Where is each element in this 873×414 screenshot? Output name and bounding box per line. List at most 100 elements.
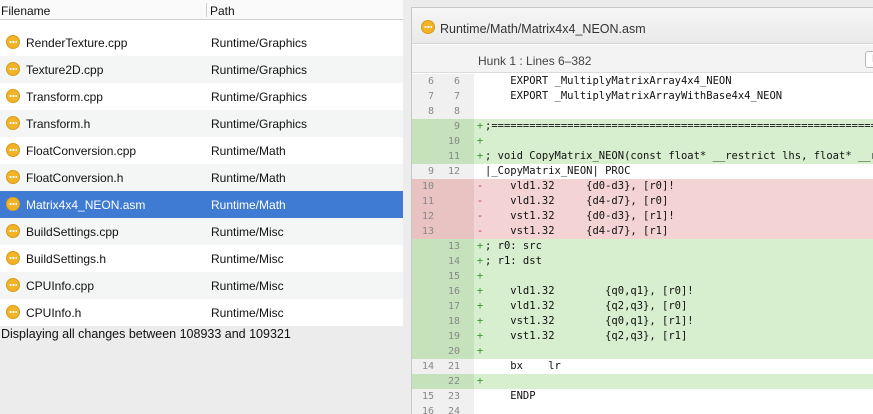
diff-sign: - [476,180,484,192]
new-line-number: 23 [447,391,460,402]
line-number-gutter: 15 23 [412,389,474,404]
modified-status-icon [421,20,435,34]
file-list-pane: Filename Path RenderTexture.cpp Runtime/G… [0,0,403,414]
diff-line-removed: 12 - vst1.32 {d0-d3}, [r1]! [412,209,873,224]
modified-status-icon [6,224,20,238]
line-number-gutter: 19 [412,329,474,344]
file-row[interactable]: Matrix4x4_NEON.asm Runtime/Math [0,191,403,218]
file-path: Runtime/Misc [211,225,284,239]
new-line-number: 8 [453,106,460,117]
code-text: vst1.32 {q2,q3}, [r1] [485,330,688,342]
file-row[interactable]: BuildSettings.h Runtime/Misc [0,245,403,272]
hunk-action-button[interactable]: F [865,51,873,68]
line-number-gutter: 16 24 [412,404,474,414]
new-line-number: 11 [447,151,460,162]
diff-line-removed: 13 - vst1.32 {d4-d7}, [r1] [412,224,873,239]
new-line-number: 21 [447,361,460,372]
diff-line-added: 11 +; void CopyMatrix_NEON(const float* _… [412,149,873,164]
diff-sign: + [476,375,484,387]
old-line-number: 12 [421,211,434,222]
code-text: |_CopyMatrix_NEON| PROC [485,165,631,177]
file-path: Runtime/Misc [211,306,284,320]
old-line-number: 8 [427,106,434,117]
file-name: FloatConversion.cpp [26,144,137,158]
new-line-number: 22 [447,376,460,387]
diff-line-added: 10 + [412,134,873,149]
file-name: CPUInfo.h [26,306,82,320]
diff-line-added: 22 + [412,374,873,389]
modified-status-icon [6,35,20,49]
modified-status-icon [6,305,20,319]
old-line-number: 9 [427,166,434,177]
file-row[interactable]: Transform.cpp Runtime/Graphics [0,83,403,110]
old-line-number: 15 [421,391,434,402]
file-row[interactable]: RenderTexture.cpp Runtime/Graphics [0,29,403,56]
old-line-number: 13 [421,226,434,237]
file-row[interactable]: CPUInfo.cpp Runtime/Misc [0,272,403,299]
file-row[interactable]: CPUInfo.h Runtime/Misc [0,299,403,326]
modified-status-icon [6,251,20,265]
diff-line-added: 19 + vst1.32 {q2,q3}, [r1] [412,329,873,344]
new-line-number: 18 [447,316,460,327]
modified-status-icon [6,170,20,184]
diff-line-context: 77 EXPORT _MultiplyMatrixArrayWithBase4x… [412,89,873,104]
file-name: CPUInfo.cpp [26,279,95,293]
diff-sign: + [476,300,484,312]
old-line-number: 11 [421,196,434,207]
old-line-number: 16 [421,406,434,414]
file-path: Runtime/Misc [211,279,284,293]
line-number-gutter: 10 [412,134,474,149]
file-name: RenderTexture.cpp [26,36,128,50]
diff-sign: + [476,135,484,147]
file-row[interactable]: Transform.h Runtime/Graphics [0,110,403,137]
filename-column-header[interactable]: Filename [1,4,50,18]
line-number-gutter: 10 [412,179,474,194]
file-name: Transform.cpp [26,90,103,104]
file-name: BuildSettings.cpp [26,225,119,239]
diff-title-bar: Runtime/Math/Matrix4x4_NEON.asm [412,8,873,44]
modified-status-icon [6,278,20,292]
diff-line-added: 16 + vld1.32 {q0,q1}, [r0]! [412,284,873,299]
diff-pane: Runtime/Math/Matrix4x4_NEON.asm Hunk 1 :… [411,7,873,414]
path-column-header[interactable]: Path [210,4,235,18]
code-text: vld1.32 {q2,q3}, [r0] [485,300,688,312]
code-text: vld1.32 {q0,q1}, [r0]! [485,285,694,297]
file-row[interactable]: FloatConversion.h Runtime/Math [0,164,403,191]
hunk-bar: Hunk 1 : Lines 6–382 F [412,45,873,73]
file-name: FloatConversion.h [26,171,124,185]
diff-line-added: 20 + [412,344,873,359]
new-line-number: 20 [447,346,460,357]
new-line-number: 15 [447,271,460,282]
line-number-gutter: 77 [412,89,474,104]
diff-sign: + [476,150,484,162]
file-rows: RenderTexture.cpp Runtime/Graphics Texture… [0,29,403,326]
line-number-gutter: 88 [412,104,474,119]
code-text: EXPORT _MultiplyMatrixArray4x4_NEON [485,75,732,87]
new-line-number: 14 [447,256,460,267]
line-number-gutter: 11 [412,149,474,164]
old-line-number: 7 [427,91,434,102]
changes-summary: Displaying all changes between 108933 an… [1,327,291,341]
line-number-gutter: 9 [412,119,474,134]
new-line-number: 12 [447,166,460,177]
code-text: vst1.32 {d0-d3}, [r1]! [485,210,675,222]
file-path: Runtime/Misc [211,252,284,266]
diff-line-added: 14 +; r1: dst [412,254,873,269]
file-row[interactable]: BuildSettings.cpp Runtime/Misc [0,218,403,245]
diff-file-title: Runtime/Math/Matrix4x4_NEON.asm [440,22,646,36]
diff-line-added: 13 +; r0: src [412,239,873,254]
diff-sign: - [476,195,484,207]
file-row[interactable]: Texture2D.cpp Runtime/Graphics [0,56,403,83]
line-number-gutter: 15 [412,269,474,284]
code-text: ENDP [485,390,536,402]
code-text: ; void CopyMatrix_NEON(const float* __re… [485,150,873,162]
diff-sign: + [476,330,484,342]
code-text: EXPORT _MultiplyMatrixArrayWithBase4x4_N… [485,90,783,102]
file-row[interactable]: FloatConversion.cpp Runtime/Math [0,137,403,164]
new-line-number: 24 [447,406,460,414]
modified-status-icon [6,197,20,211]
new-line-number: 16 [447,286,460,297]
column-divider[interactable] [206,3,207,17]
line-number-gutter: 9 12 [412,164,474,179]
diff-sign: + [476,285,484,297]
